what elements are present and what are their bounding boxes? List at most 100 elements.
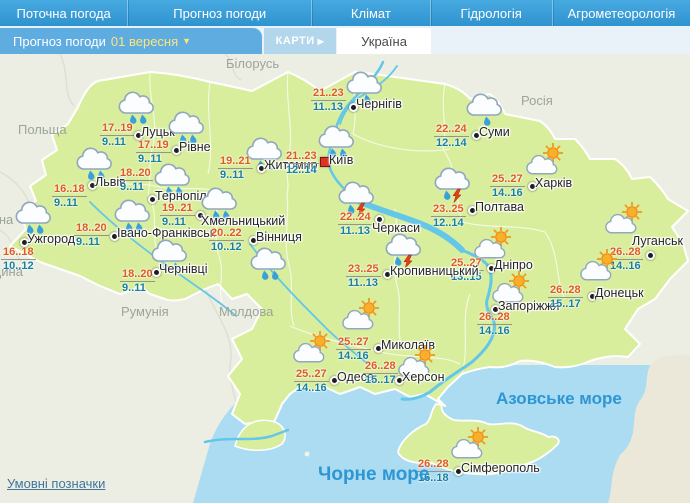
chevron-down-icon: ▼ [182,36,192,46]
temperature-range: 16..18 10..12 [1,246,36,272]
temp-high: 16..18 [1,246,36,260]
city-label-8[interactable]: Хмельницький [201,214,285,228]
city-label-4[interactable]: Ужгород [27,232,75,246]
tab-forecast-date[interactable]: Прогноз погоди 01 вересня ▼ [0,28,262,54]
maps-tab-label: КАРТИ [275,35,315,47]
temperature-range: 23..25 11..13 [346,263,381,289]
temperature-range: 25..27 14..16 [490,173,525,199]
temperature-range: 26..28 15..17 [548,284,583,310]
temp-low: 9..11 [54,197,78,209]
top-navigation: Поточна погода Прогноз погоди Клімат Гідрол… [0,0,690,26]
city-label-7[interactable]: Чернівці [159,262,208,276]
temperature-range: 19..21 9..11 [160,202,195,228]
temperature-range: 18..20 9..11 [120,268,155,294]
temp-low: 11..13 [313,101,343,113]
temp-high: 25..27 [490,173,525,187]
temp-high: 18..20 [120,268,155,282]
city-label-13[interactable]: Суми [479,125,510,139]
temp-low: 12..14 [286,164,317,176]
temperature-range: 21..23 12..14 [284,150,319,176]
temp-high: 19..21 [218,155,253,169]
temp-low: 9..11 [122,282,146,294]
city-label-16[interactable]: Луганськ [632,234,683,248]
temp-high: 17..19 [100,122,135,136]
city-label-2[interactable]: Рівне [179,140,211,154]
legend-link[interactable]: Умовні позначки [7,476,105,491]
temp-high: 25..27 [294,368,329,382]
temp-high: 22..24 [338,211,373,225]
city-label-15[interactable]: Полтава [475,200,524,214]
tab-maps[interactable]: КАРТИ ▶ [264,28,336,54]
temperature-range: 18..20 9..11 [74,222,109,248]
temperature-range: 21..23 11..13 [311,87,346,113]
temperature-range: 19..21 9..11 [218,155,253,181]
temperature-range: 23..25 12..14 [431,203,466,229]
tab-ukraine[interactable]: Україна [337,28,431,54]
temp-low: 14..16 [479,325,510,337]
nav-item-1[interactable]: Поточна погода [0,0,127,26]
thunderstorm-icon [432,162,476,204]
sun-cloud-icon [450,424,494,466]
arrow-right-icon: ▶ [317,36,325,46]
temp-high: 26..28 [548,284,583,298]
temp-low: 12..14 [433,217,464,229]
temperature-range: 26..28 14..16 [477,311,512,337]
temp-high: 21..23 [284,150,319,164]
temp-high: 16..18 [52,183,87,197]
temperature-range: 26..28 16..18 [416,458,451,484]
temp-high: 20..22 [209,227,244,241]
temp-low: 10..12 [211,241,242,253]
temp-low: 11..13 [340,225,370,237]
temp-high: 23..25 [346,263,381,277]
city-label-24[interactable]: Херсон [402,370,445,384]
sub-navigation: Прогноз погоди 01 вересня ▼ КАРТИ ▶ Укра… [0,26,690,54]
sun-cloud-icon [341,295,385,337]
temp-low: 10..12 [3,260,34,272]
rain-cloud-icon [248,242,292,284]
temp-low: 12..14 [436,137,467,149]
temperature-range: 18..20 9..11 [118,167,153,193]
nav-item-2[interactable]: Прогноз погоди [127,0,311,26]
temp-high: 25..27 [336,336,371,350]
city-label-21[interactable]: Кропивницький [390,264,479,278]
temp-high: 23..25 [431,203,466,217]
temp-high: 18..20 [118,167,153,181]
temp-high: 21..23 [311,87,346,101]
temperature-range: 22..24 11..13 [338,211,373,237]
temp-high: 19..21 [160,202,195,216]
temp-low: 9..11 [162,216,186,228]
temperature-range: 25..27 14..16 [294,368,329,394]
city-label-11[interactable]: Київ [329,153,353,167]
sun-cloud-icon [579,246,623,288]
sun-cloud-icon [292,328,336,370]
city-label-9[interactable]: Вінниця [256,230,302,244]
city-label-12[interactable]: Чернігів [356,97,402,111]
temp-high: 26..28 [363,360,398,374]
temp-low: 11..13 [348,277,378,289]
temp-low: 14..16 [296,382,327,394]
temp-low: 9..11 [76,236,100,248]
island-dot [304,451,310,457]
temp-low: 9..11 [220,169,244,181]
temperature-range: 20..22 10..12 [209,227,244,253]
temperature-range: 16..18 9..11 [52,183,87,209]
weather-map[interactable]: 17..19 9..11 Луцьк 17..19 9..11 Рівне 16..18 9.… [0,54,690,503]
temp-high: 26..28 [416,458,451,472]
city-marker-dot [646,251,655,260]
nav-item-5[interactable]: Агрометеорологія [551,0,690,26]
temp-high: 22..24 [434,123,469,137]
city-label-14[interactable]: Харків [535,176,572,190]
temperature-range: 26..28 15..17 [363,360,398,386]
forecast-date: 01 вересня [110,33,179,49]
temp-low: 14..16 [492,187,523,199]
city-label-25[interactable]: Сімферополь [461,461,540,475]
nav-item-3[interactable]: Клімат [311,0,429,26]
temp-high: 18..20 [74,222,109,236]
temp-low: 15..17 [365,374,396,386]
city-label-19[interactable]: Донецьк [595,286,644,300]
nav-item-4[interactable]: Гідрологія [429,0,552,26]
temperature-range: 25..27 14..16 [336,336,371,362]
forecast-tab-label: Прогноз погоди [13,33,106,49]
temp-low: 16..18 [418,472,449,484]
temperature-range: 22..24 12..14 [434,123,469,149]
